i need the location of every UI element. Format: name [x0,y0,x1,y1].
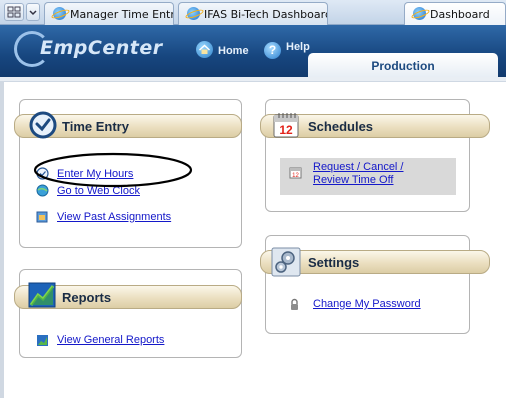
logo-text: EmpCenter [40,37,163,59]
calendar-day-number: 12 [279,123,293,137]
help-label: Help [286,41,310,53]
environment-tab: Production [308,53,498,77]
settings-portlet: Settings Change My Password [260,235,490,334]
internet-explorer-icon [187,7,200,20]
empcenter-logo[interactable]: EmpCenter [14,31,164,69]
tab-thumbnails-icon[interactable] [4,3,24,21]
change-my-password-link[interactable]: Change My Password [313,298,421,311]
calendar-small-icon: 12 [289,166,302,179]
header-divider [0,77,506,82]
schedules-title: Schedules [308,119,374,134]
tab-list-chevron-icon[interactable] [26,3,40,21]
browser-tab-label: IFAS Bi-Tech Dashboard [204,8,328,21]
lock-icon [288,298,301,311]
time-entry-title: Time Entry [62,119,129,134]
reports-title: Reports [62,290,112,305]
reports-portlet: Reports View General Reports [14,269,242,358]
help-link[interactable]: ? Help [264,41,310,59]
browser-tab-bar: Manager Time Entry IFAS Bi-Tech Dashboar… [0,0,506,25]
annotation-circle [33,152,193,188]
browser-tab-ifas-dashboard[interactable]: IFAS Bi-Tech Dashboard [178,2,328,25]
help-icon: ? [264,42,281,59]
left-edge-rule [0,82,4,398]
browser-tab-dashboard[interactable]: Dashboard [404,2,506,25]
home-icon [196,41,213,58]
report-icon [36,334,49,347]
calendar-icon: 12 [272,111,302,141]
schedules-portlet: Schedules 12 12 Request / Cancel / Revie… [260,99,490,212]
calendar-small-day: 12 [292,173,299,179]
document-icon [36,210,49,223]
request-cancel-link[interactable]: Request / Cancel / [313,161,404,174]
home-link[interactable]: Home [196,41,249,58]
clock-icon [28,110,58,140]
review-time-off-link[interactable]: Review Time Off [313,174,394,187]
browser-tab-label: Manager Time Entry [70,8,174,21]
chart-icon [27,279,57,309]
gears-icon [271,247,301,277]
view-past-assignments-link[interactable]: View Past Assignments [57,211,171,224]
view-general-reports-link[interactable]: View General Reports [57,334,164,347]
home-label: Home [218,45,249,57]
internet-explorer-icon [413,7,426,20]
app-header: EmpCenter Home ? Help Production [0,25,506,77]
settings-title: Settings [308,255,360,270]
browser-tab-label: Dashboard [430,8,490,21]
browser-tab-manager-time-entry[interactable]: Manager Time Entry [44,2,174,25]
internet-explorer-icon [53,7,66,20]
